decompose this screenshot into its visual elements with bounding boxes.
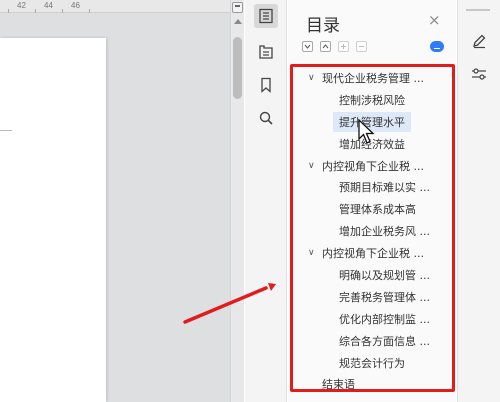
ruler-tick [89,9,90,13]
toc-item-label: 内控视角下企业税 ... [322,159,424,173]
page-margin-mark [0,130,12,131]
toolbar-divider [466,9,490,11]
toc-item-label: 优化内部控制监 ... [339,312,430,326]
toc-item-label: 完善税务管理体 ... [339,290,430,304]
pen-button[interactable] [469,31,489,51]
toc-heading-1[interactable]: ∨ 现代企业税务管理 ... [294,67,452,89]
toc-item-label: 预期目标难以实 ... [339,181,430,195]
toc-item-label: 现代企业税务管理 ... [322,71,424,85]
toc-item-label: 规范会计行为 [339,356,405,370]
document-workspace[interactable]: 42 44 46 [0,0,230,402]
split-view-button[interactable] [232,2,243,13]
navigation-toolbar [245,0,287,402]
bookmark-button[interactable] [254,73,278,97]
toc-subheading[interactable]: 预期目标难以实 ... [294,176,452,198]
ruler-number: 42 [17,1,26,10]
search-button[interactable] [254,106,278,130]
toc-item-label: 控制涉税风险 [339,93,405,107]
toc-subheading[interactable]: 明确以及规划管 ... [294,264,452,286]
remove-heading-icon[interactable] [356,41,367,52]
chevron-down-icon[interactable]: ∨ [308,248,322,258]
toc-heading-2[interactable]: ∨ 内控视角下企业税 ... [294,155,452,177]
toc-heading-3[interactable]: ∨ 内控视角下企业税 ... [294,242,452,264]
toc-list: ∨ 现代企业税务管理 ... 控制涉税风险 提升管理水平 增加经济效益 ∨ 内控… [294,67,452,395]
ruler-tick [8,9,9,13]
toc-item-label: 综合各方面信息 ... [339,334,430,348]
toc-subheading[interactable]: 管理体系成本高 [294,198,452,220]
search-icon [259,111,273,125]
toc-item-label: 内控视角下企业税 ... [322,247,424,261]
ruler-number: 46 [71,1,80,10]
pen-icon [473,34,486,49]
toc-item-label: 结束语 [322,378,355,392]
toc-item-label: 管理体系成本高 [339,203,416,217]
close-icon[interactable]: × [428,13,441,28]
toc-subheading[interactable]: 完善税务管理体 ... [294,286,452,308]
chevron-down-icon[interactable]: ∨ [308,161,322,171]
ruler-number: 44 [44,1,53,10]
toc-subheading[interactable]: 控制涉税风险 [294,89,452,111]
toc-icon [259,8,273,24]
toc-subheading[interactable]: 规范会计行为 [294,352,452,374]
chevron-down-icon[interactable]: ∨ [308,73,322,83]
toc-item-label: 明确以及规划管 ... [339,268,430,282]
navigation-pane-button[interactable] [254,40,278,64]
navigation-pane-icon [259,45,273,59]
toc-subheading[interactable]: 综合各方面信息 ... [294,330,452,352]
ruler-tick [35,9,36,13]
cloud-sync-icon[interactable] [430,41,444,52]
document-page[interactable] [0,38,106,402]
bookmark-icon [261,77,271,93]
horizontal-ruler: 42 44 46 [0,0,230,13]
ruler-tick [62,9,63,13]
toc-mini-toolbar [302,41,367,52]
settings-sliders-icon [472,68,486,80]
toc-subheading[interactable]: 优化内部控制监 ... [294,308,452,330]
toc-heading-conclusion[interactable]: 结束语 [294,373,452,395]
right-toolbar [457,0,500,402]
toc-panel-title: 目录 [306,16,340,36]
expand-all-icon[interactable] [302,41,313,52]
scrollbar-thumb[interactable] [233,37,242,99]
toc-subheading[interactable]: 增加企业税务风 ... [294,220,452,242]
settings-sliders-button[interactable] [469,64,489,84]
add-heading-icon[interactable] [338,41,349,52]
collapse-all-icon[interactable] [320,41,331,52]
vertical-scrollbar[interactable] [230,0,244,402]
toc-item-label: 增加企业税务风 ... [339,225,430,239]
mouse-pointer-icon [358,119,375,144]
scroll-up-arrow-icon[interactable] [234,19,242,24]
toc-button[interactable] [254,4,278,28]
